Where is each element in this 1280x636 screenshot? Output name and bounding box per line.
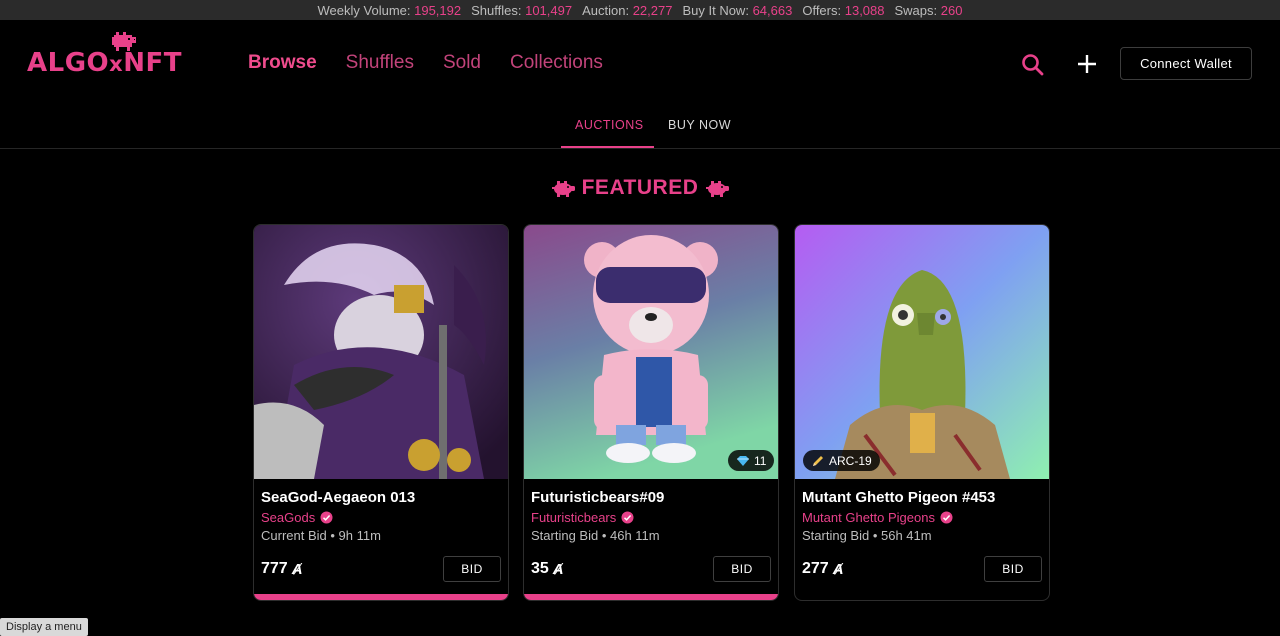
featured-title: FEATURED xyxy=(581,176,699,199)
verified-icon xyxy=(940,511,953,524)
collection-link[interactable]: Mutant Ghetto Pigeons xyxy=(802,510,953,525)
bid-button[interactable]: BID xyxy=(984,556,1042,582)
listing-tabs: AUCTIONS BUY NOW xyxy=(0,106,1280,149)
nav-collections[interactable]: Collections xyxy=(510,52,603,74)
nft-name[interactable]: Mutant Ghetto Pigeon #453 xyxy=(802,489,995,506)
active-tab-indicator xyxy=(561,146,654,148)
nav-shuffles[interactable]: Shuffles xyxy=(346,52,414,74)
nft-card[interactable]: 11 Futuristicbears#09 Futuristicbears St… xyxy=(523,224,779,601)
collection-name: Futuristicbears xyxy=(531,510,617,525)
nft-card[interactable]: ARC-19 Mutant Ghetto Pigeon #453 Mutant … xyxy=(794,224,1050,601)
connect-wallet-button[interactable]: Connect Wallet xyxy=(1120,47,1252,80)
algo-icon: Ⱥ xyxy=(291,560,303,578)
nft-price: 277 Ⱥ xyxy=(802,560,844,578)
tab-buy-now[interactable]: BUY NOW xyxy=(668,118,731,132)
ticker-buy-it-now: Buy It Now: 64,663 xyxy=(682,2,793,18)
pig-icon xyxy=(551,181,575,197)
search-icon[interactable] xyxy=(1020,52,1046,78)
stats-ticker: Weekly Volume: 195,192 Shuffles: 101,497… xyxy=(0,0,1280,20)
card-accent-bar xyxy=(524,594,778,600)
nft-name[interactable]: SeaGod-Aegaeon 013 xyxy=(261,489,415,506)
nft-price: 777 Ⱥ xyxy=(261,560,303,578)
pig-icon xyxy=(706,181,730,197)
collection-name: Mutant Ghetto Pigeons xyxy=(802,510,935,525)
plus-icon[interactable] xyxy=(1075,52,1099,76)
ticker-offers: Offers: 13,088 xyxy=(802,2,885,18)
bid-button[interactable]: BID xyxy=(713,556,771,582)
nft-image[interactable] xyxy=(795,225,1049,479)
main-nav: Browse Shuffles Sold Collections xyxy=(248,52,603,74)
nft-image[interactable] xyxy=(254,225,508,479)
nav-sold[interactable]: Sold xyxy=(443,52,481,74)
pencil-icon xyxy=(813,455,823,466)
nft-price: 35 Ⱥ xyxy=(531,560,564,578)
logo-wordmark: ALGOxNFT xyxy=(27,48,182,78)
bid-button[interactable]: BID xyxy=(443,556,501,582)
collection-link[interactable]: SeaGods xyxy=(261,510,333,525)
collection-link[interactable]: Futuristicbears xyxy=(531,510,634,525)
badge-label: 11 xyxy=(754,453,767,468)
site-header: ALGOxNFT Browse Shuffles Sold Collection… xyxy=(0,20,1280,106)
collection-name: SeaGods xyxy=(261,510,316,525)
algo-icon: Ⱥ xyxy=(552,560,564,578)
bid-status: Starting Bid • 56h 41m xyxy=(802,528,932,543)
tooltip: Display a menu xyxy=(0,618,88,636)
ticker-weekly-volume: Weekly Volume: 195,192 xyxy=(317,2,462,18)
token-standard-badge: ARC-19 xyxy=(803,450,880,471)
nav-browse[interactable]: Browse xyxy=(248,52,317,74)
featured-heading: FEATURED xyxy=(0,176,1280,200)
verified-icon xyxy=(320,511,333,524)
badge-label: ARC-19 xyxy=(829,453,872,468)
card-accent-bar xyxy=(254,594,508,600)
price-value: 35 xyxy=(531,560,549,577)
price-value: 777 xyxy=(261,560,288,577)
ticker-auction: Auction: 22,277 xyxy=(582,2,673,18)
bid-status: Starting Bid • 46h 11m xyxy=(531,528,660,543)
nft-card[interactable]: SeaGod-Aegaeon 013 SeaGods Current Bid •… xyxy=(253,224,509,601)
tab-auctions[interactable]: AUCTIONS xyxy=(575,118,644,132)
rarity-badge: 11 xyxy=(728,450,775,471)
ticker-swaps: Swaps: 260 xyxy=(894,2,963,18)
price-value: 277 xyxy=(802,560,829,577)
nft-name[interactable]: Futuristicbears#09 xyxy=(531,489,664,506)
diamond-icon xyxy=(737,455,749,466)
nft-image[interactable] xyxy=(524,225,778,479)
bid-status: Current Bid • 9h 11m xyxy=(261,528,381,543)
verified-icon xyxy=(621,511,634,524)
algo-icon: Ⱥ xyxy=(832,560,844,578)
ticker-shuffles: Shuffles: 101,497 xyxy=(471,2,573,18)
